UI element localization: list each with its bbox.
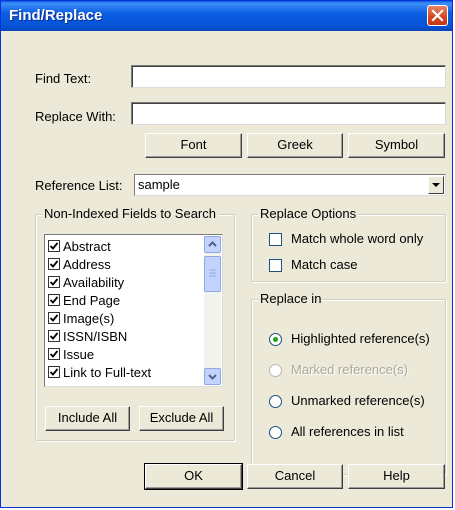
replace-in-group: Replace in Highlighted reference(s) Mark… [251,291,446,475]
all-references-label: All references in list [291,424,404,439]
checkbox-checked-icon[interactable] [48,312,60,324]
match-case-label: Match case [291,257,358,272]
cancel-button[interactable]: Cancel [247,464,343,489]
field-label: End Page [63,293,121,308]
reference-list-value: sample [138,177,180,192]
dropdown-button[interactable] [428,176,444,194]
chevron-down-icon [208,374,217,380]
font-button[interactable]: Font [145,133,242,158]
title-bar[interactable]: Find/Replace [1,1,452,31]
match-whole-word-checkbox[interactable] [269,233,282,246]
find-replace-dialog: Find/Replace Find Text: Replace With: Fo… [0,0,453,508]
replace-in-label: Replace in [258,291,324,306]
all-references-radio[interactable] [269,426,282,439]
checkbox-checked-icon[interactable] [48,330,60,342]
fields-listbox[interactable]: Abstract Address Availability End Page I… [44,234,223,387]
field-label: ISSN/ISBN [63,329,128,344]
scroll-down-button[interactable] [204,368,221,385]
find-text-label: Find Text: [35,71,92,86]
symbol-button[interactable]: Symbol [348,133,445,158]
ok-button[interactable]: OK [144,463,243,490]
match-case-checkbox[interactable] [269,259,282,272]
close-icon [431,9,444,22]
field-label: Availability [63,275,125,290]
checkbox-checked-icon[interactable] [48,348,60,360]
find-text-input[interactable] [131,65,446,88]
replace-with-label: Replace With: [35,109,116,124]
marked-label: Marked reference(s) [291,362,409,377]
grip-icon [209,269,216,277]
highlighted-radio[interactable] [269,333,282,346]
scroll-up-button[interactable] [204,236,221,253]
greek-button[interactable]: Greek [247,133,343,158]
field-label: Abstract [63,239,111,254]
chevron-up-icon [208,241,217,247]
listbox-scrollbar[interactable] [204,236,221,385]
field-label: Image(s) [63,311,115,326]
marked-radio[interactable] [269,364,282,377]
highlighted-label: Highlighted reference(s) [291,331,430,346]
scroll-thumb[interactable] [204,256,221,292]
replace-options-label: Replace Options [258,206,359,221]
exclude-all-button[interactable]: Exclude All [139,406,224,431]
close-button[interactable] [427,5,448,26]
include-all-button[interactable]: Include All [45,406,130,431]
radio-selected-icon [273,337,278,342]
replace-options-group: Replace Options Match whole word only Ma… [251,206,446,282]
field-label: Issue [63,347,95,362]
match-whole-word-label: Match whole word only [291,231,424,246]
field-label: Link to Full-text [63,365,152,380]
non-indexed-fields-label: Non-Indexed Fields to Search [42,206,218,221]
window-title: Find/Replace [9,7,103,24]
reference-list-label: Reference List: [35,178,123,193]
checkbox-checked-icon[interactable] [48,276,60,288]
replace-with-input[interactable] [131,102,446,125]
unmarked-label: Unmarked reference(s) [291,393,425,408]
help-button[interactable]: Help [348,464,445,489]
field-label: Address [63,257,111,272]
checkbox-checked-icon[interactable] [48,366,60,378]
reference-list-select[interactable]: sample [134,174,446,196]
checkbox-checked-icon[interactable] [48,294,60,306]
checkbox-checked-icon[interactable] [48,240,60,252]
unmarked-radio[interactable] [269,395,282,408]
chevron-down-icon [432,183,440,187]
checkbox-checked-icon[interactable] [48,258,60,270]
non-indexed-fields-group: Non-Indexed Fields to Search Abstract Ad… [35,206,235,441]
dialog-client: Find Text: Replace With: Font Greek Symb… [4,31,449,506]
